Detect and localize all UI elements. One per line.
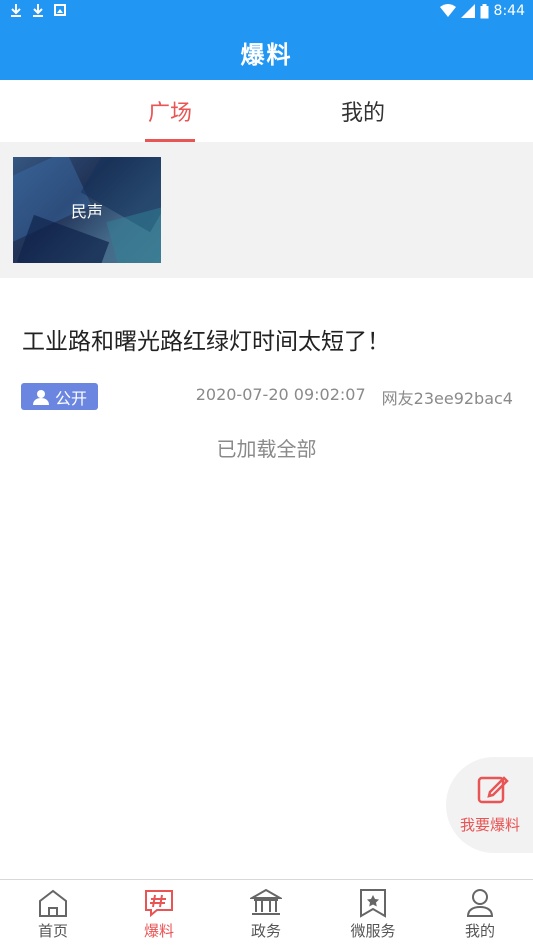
category-label: 民声: [70, 202, 103, 221]
post-datetime: 2020-07-20 09:02:07: [195, 385, 366, 404]
user-icon: [466, 889, 494, 917]
nav-item-baoliao[interactable]: 爆料: [106, 880, 212, 950]
nav-label: 我的: [464, 922, 495, 940]
battery-icon: [480, 3, 489, 18]
tab-square[interactable]: 广场: [80, 80, 260, 142]
home-icon: [39, 889, 67, 917]
nav-label: 首页: [37, 922, 68, 940]
category-card-minsheng[interactable]: 民声: [13, 157, 161, 263]
list-end-message: 已加载全部: [216, 437, 317, 461]
post-author: 网友23ee92bac4: [381, 389, 513, 408]
nav-item-government[interactable]: 政务: [213, 880, 319, 950]
star-bookmark-icon: [360, 889, 386, 918]
status-time: 8:44: [493, 3, 525, 19]
notification-icons: [10, 3, 66, 17]
nav-item-home[interactable]: 首页: [0, 880, 106, 950]
post-title: 工业路和曙光路红绿灯时间太短了！: [22, 329, 390, 355]
category-area: 民声: [0, 142, 533, 278]
status-bar: 8:44: [0, 0, 533, 24]
nav-item-microservice[interactable]: 微服务: [320, 880, 426, 950]
government-building-icon: [250, 888, 282, 915]
nav-label: 爆料: [143, 922, 174, 940]
system-icons: 8:44: [439, 3, 525, 19]
app-bar: 爆料: [0, 24, 533, 80]
download-icon: [11, 4, 21, 17]
page-title: 爆料: [240, 40, 293, 69]
nav-label: 政务: [250, 922, 281, 940]
signal-icon: [460, 4, 475, 18]
report-button[interactable]: 我要爆料: [446, 757, 533, 853]
edit-icon: [477, 776, 509, 804]
image-notification-icon: [54, 4, 66, 16]
badge-label: 公开: [54, 388, 87, 408]
tab-label: 我的: [340, 101, 385, 126]
tab-bar: 广场 我的: [0, 80, 533, 142]
public-badge: 公开: [21, 383, 98, 410]
nav-item-mine[interactable]: 我的: [427, 880, 533, 950]
post-meta: 2020-07-20 09:02:07 网友23ee92bac4: [196, 385, 513, 409]
bottom-nav: 首页 爆料 政务 微服务 我的: [0, 879, 533, 950]
hashtag-chat-icon: [145, 890, 173, 918]
tab-label: 广场: [147, 101, 192, 126]
report-button-label: 我要爆料: [460, 816, 521, 834]
tab-mine[interactable]: 我的: [273, 80, 453, 142]
nav-label: 微服务: [350, 922, 396, 940]
wifi-icon: [439, 4, 456, 17]
download-icon: [33, 4, 43, 17]
user-icon: [32, 389, 49, 405]
